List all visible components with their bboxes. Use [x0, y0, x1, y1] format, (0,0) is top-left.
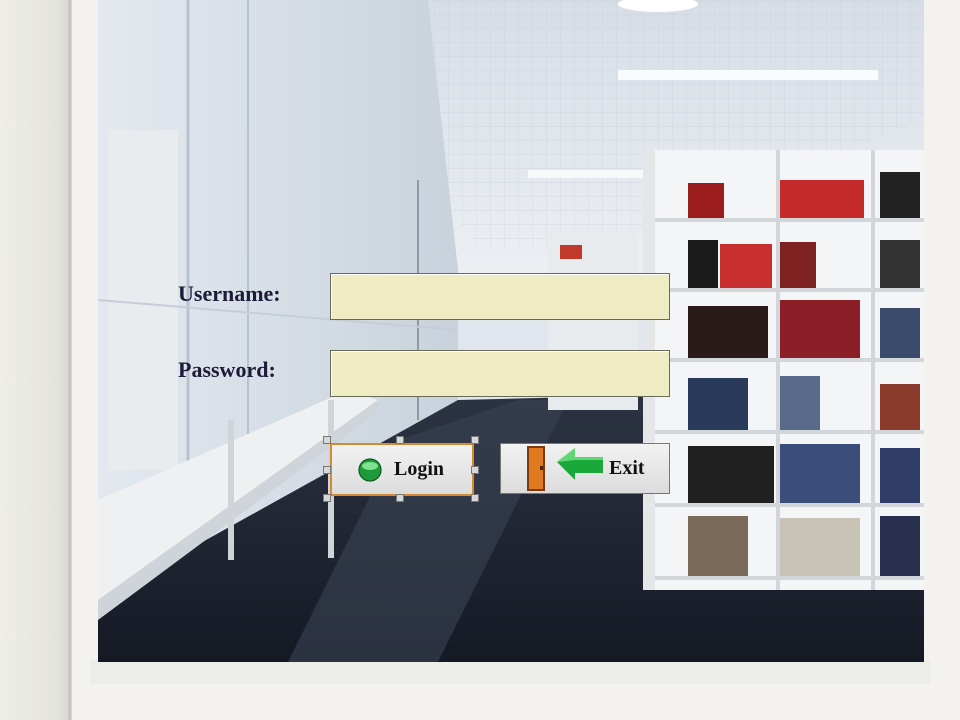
login-button-label: Login	[394, 458, 445, 480]
library-background-image	[98, 0, 924, 662]
selection-handle[interactable]	[396, 436, 404, 444]
window-border	[68, 0, 71, 720]
green-globe-icon	[358, 457, 382, 482]
window-bottom-margin	[90, 660, 930, 684]
login-button[interactable]: Login	[330, 443, 474, 496]
password-input[interactable]	[330, 350, 670, 397]
monitor-bezel	[0, 0, 72, 720]
exit-button-label: Exit	[609, 457, 645, 479]
password-label: Password:	[178, 357, 276, 382]
username-label: Username:	[178, 281, 281, 306]
selection-handle[interactable]	[396, 494, 404, 502]
selection-handle[interactable]	[323, 436, 331, 444]
exit-door-arrow-icon	[523, 444, 607, 493]
exit-button[interactable]: Exit	[500, 443, 670, 494]
selection-handle[interactable]	[471, 436, 479, 444]
selection-handle[interactable]	[323, 494, 331, 502]
username-input[interactable]	[330, 273, 670, 320]
selection-handle[interactable]	[323, 466, 331, 474]
selection-handle[interactable]	[471, 466, 479, 474]
selection-handle[interactable]	[471, 494, 479, 502]
